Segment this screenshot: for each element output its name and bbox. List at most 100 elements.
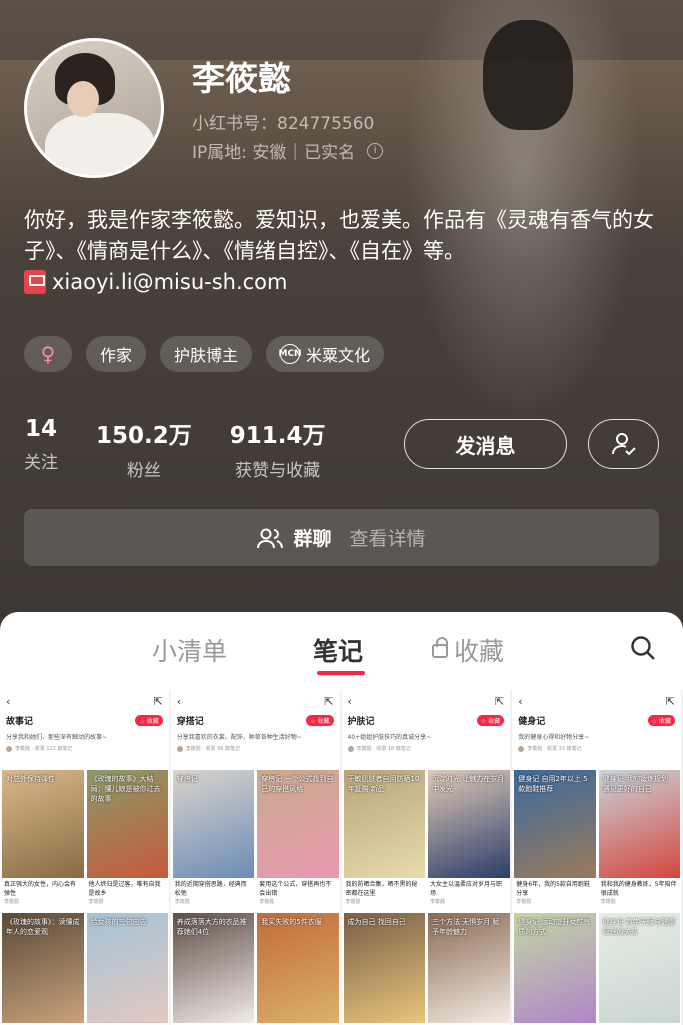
back-icon[interactable]: ‹ — [348, 695, 352, 708]
stat-number: 911.4万 — [229, 423, 326, 449]
note-cover: 《玫瑰的故事》大结局：懂儿娘是被你过去的故事 — [86, 770, 168, 878]
stat-following[interactable]: 14 关注 — [24, 416, 58, 481]
tab-notes[interactable]: 笔记 — [313, 632, 363, 668]
profile-header: 李筱懿 小红书号：824775560 IP属地: 安徽 | 已实名 i 你好，我… — [0, 0, 683, 640]
note-cover: 健身记 数学天赋与健康管理的关系 — [598, 913, 681, 1023]
note-card[interactable]: 给女孩的三句忠告 — [86, 913, 168, 1023]
collect-button[interactable]: ☆ 收藏 — [647, 715, 675, 726]
note-card[interactable]: 《玫瑰的故事》：读懂成年人的恋爱观 — [2, 913, 84, 1023]
note-cover: 对总外保持弹性 — [2, 770, 84, 878]
tag-list: ♀ 作家 护肤博主 MCN 米粟文化 — [24, 336, 385, 372]
album-author: 李筱懿 · 收录 33 篇笔记 — [512, 745, 681, 752]
note-card[interactable]: 穿搭记 一个公式找到自己的穿搭风格 套用这个公式，穿搭再也不会出错 李筱懿 — [257, 770, 339, 910]
album-title: 故事记 — [6, 717, 34, 727]
tab-collections[interactable]: 收藏 — [432, 632, 504, 668]
album-title-row: 护肤记 ☆ 收藏 — [342, 714, 511, 727]
mcn-icon: MCN — [278, 344, 302, 364]
info-icon[interactable]: i — [367, 142, 384, 159]
album-title-row: 穿搭记 ☆ 收藏 — [171, 714, 340, 727]
note-card[interactable]: 穿搭记 我的近期穿搭思路，经典而松弛 李筱懿 — [172, 770, 255, 910]
email-text: xiaoyi.li@misu-sh.com — [52, 270, 288, 294]
note-caption: 我的近期穿搭思路，经典而松弛 — [174, 881, 247, 897]
stat-label: 关注 — [24, 453, 58, 473]
avatar[interactable] — [24, 38, 164, 178]
red-id[interactable]: 小红书号：824775560 — [192, 109, 374, 134]
note-card[interactable]: 健身记 数学天赋与健康管理的关系 — [598, 913, 681, 1023]
note-cover: 穿搭记 — [172, 770, 255, 878]
note-caption: 我的防晒合集，晒不黑的秘密都在这里 — [345, 881, 418, 897]
album-author: 李筱懿 · 收录 18 篇笔记 — [342, 745, 511, 752]
note-card[interactable]: 沉淀时光 让魅力在岁月中发光 大女主以温柔应对岁月与职场 李筱懿 — [428, 770, 510, 910]
collect-button[interactable]: ☆ 收藏 — [306, 715, 334, 726]
stat-followers[interactable]: 150.2万 粉丝 — [96, 416, 192, 481]
search-icon[interactable] — [630, 635, 656, 661]
gender-tag: ♀ — [24, 336, 72, 372]
stat-number: 150.2万 — [96, 423, 192, 449]
note-card[interactable]: 干敏肌肤者自用防晒10年复购·新品 我的防晒合集，晒不黑的秘密都在这里 李筱懿 — [343, 770, 425, 910]
note-card[interactable]: 健身记 运动提升女性气质的方式 — [514, 913, 596, 1023]
content-sheet: 小清单 笔记 收藏 ‹ ⇱ 故事记 ☆ 收藏 分享我和她们、那些深有触动的故事~ 李… — [0, 612, 683, 1025]
note-cover: 给女孩的三句忠告 — [86, 913, 168, 1023]
share-icon[interactable]: ⇱ — [666, 695, 675, 708]
album-author: 李筱懿 · 收录 122 篇笔记 — [0, 745, 169, 752]
note-grid: 干敏肌肤者自用防晒10年复购·新品 我的防晒合集，晒不黑的秘密都在这里 李筱懿 沉… — [342, 770, 511, 1023]
tag-skincare[interactable]: 护肤博主 — [160, 336, 253, 372]
followed-button[interactable] — [588, 419, 659, 469]
stat-likes[interactable]: 911.4万 获赞与收藏 — [230, 416, 326, 481]
divider: | — [292, 140, 299, 161]
album-card[interactable]: ‹ ⇱ 故事记 ☆ 收藏 分享我和她们、那些深有触动的故事~ 李筱懿 · 收录 12… — [0, 690, 171, 1025]
lock-icon — [432, 637, 448, 658]
note-cover: 沉淀时光 让魅力在岁月中发光 — [428, 770, 510, 878]
note-cover: 我买失败的5件衣服 — [257, 913, 339, 1023]
album-card[interactable]: ‹ ⇱ 穿搭记 ☆ 收藏 分享我喜欢的衣裳、配饰，种草各种生活好物~ 李筱懿 · 收… — [170, 690, 342, 1025]
share-icon[interactable]: ⇱ — [154, 695, 163, 708]
tag-writer[interactable]: 作家 — [86, 336, 147, 372]
tab-bar: 小清单 笔记 收藏 — [0, 612, 683, 687]
note-card[interactable]: 三个方法 无惧岁月 赋予年龄魅力 — [428, 913, 510, 1023]
note-cover: 干敏肌肤者自用防晒10年复购·新品 — [343, 770, 425, 878]
back-icon[interactable]: ‹ — [6, 695, 10, 708]
album-desc: 分享我喜欢的衣裳、配饰，种草各种生活好物~ — [176, 734, 302, 741]
album-desc: 分享我和她们、那些深有触动的故事~ — [6, 734, 108, 741]
album-desc: 我的健身心得和好物分享~ — [518, 734, 590, 741]
note-grid: 穿搭记 我的近期穿搭思路，经典而松弛 李筱懿 穿搭记 一个公式找到自己的穿搭风格 … — [171, 770, 340, 1023]
note-caption: 套用这个公式，穿搭再也不会出错 — [259, 881, 332, 897]
album-desc: 40+姐姐护肤技巧的真诚分享~ — [347, 734, 432, 741]
stats-row: 14 关注 150.2万 粉丝 911.4万 获赞与收藏 — [24, 416, 326, 481]
back-icon[interactable]: ‹ — [177, 695, 181, 708]
share-icon[interactable]: ⇱ — [495, 695, 504, 708]
note-card[interactable]: 《玫瑰的故事》大结局：懂儿娘是被你过去的故事 他人终归是过客，唯有自我是故乡 李筱… — [86, 770, 168, 910]
group-icon — [257, 528, 284, 548]
album-title: 健身记 — [518, 717, 546, 727]
note-cover: 成为自己 找回自己 — [343, 913, 425, 1023]
share-icon[interactable]: ⇱ — [324, 695, 333, 708]
verified-label: 已实名 — [304, 143, 356, 163]
collect-button[interactable]: ☆ 收藏 — [476, 715, 505, 726]
note-card[interactable]: 养成落落大方的衣品推荐她们4位 — [172, 913, 255, 1023]
album-list: ‹ ⇱ 故事记 ☆ 收藏 分享我和她们、那些深有触动的故事~ 李筱懿 · 收录 12… — [0, 690, 683, 1025]
message-button[interactable]: 发消息 — [404, 419, 567, 469]
female-icon: ♀ — [40, 342, 56, 366]
note-caption: 我和我的健身教练，5年陪伴很成就 — [600, 881, 677, 897]
author-avatar — [518, 745, 525, 752]
note-card[interactable]: 健身记 我的锻炼规划 遇见更好的自己 我和我的健身教练，5年陪伴很成就 李筱懿 — [598, 770, 681, 910]
stat-label: 获赞与收藏 — [235, 461, 321, 481]
album-title: 护肤记 — [347, 717, 375, 727]
tab-lists[interactable]: 小清单 — [152, 632, 227, 668]
album-nav: ‹ ⇱ — [512, 690, 681, 712]
back-icon[interactable]: ‹ — [518, 695, 522, 708]
background-figure-head — [483, 20, 573, 130]
album-card[interactable]: ‹ ⇱ 健身记 ☆ 收藏 我的健身心得和好物分享~ 李筱懿 · 收录 33 篇笔记 … — [512, 690, 683, 1025]
bio: 你好，我是作家李筱懿。爱知识，也爱美。作品有《灵魂有香气的女子》、《情商是什么》… — [24, 208, 654, 263]
tag-mcn[interactable]: MCN 米粟文化 — [266, 336, 385, 372]
ip-location-row: IP属地: 安徽 | 已实名 i — [192, 138, 384, 163]
note-card[interactable]: 对总外保持弹性 真正强大的女性，内心会有弹性 李筱懿 — [2, 770, 84, 910]
note-card[interactable]: 健身记 自用2年以上 5款跑鞋推荐 健身6年，我的5款自用跑鞋分享 李筱懿 — [514, 770, 596, 910]
group-chat-bar[interactable]: 群聊 查看详情 — [24, 509, 659, 566]
note-card[interactable]: 我买失败的5件衣服 — [257, 913, 339, 1023]
note-cover: 健身记 自用2年以上 5款跑鞋推荐 — [514, 770, 596, 878]
note-card[interactable]: 成为自己 找回自己 — [343, 913, 425, 1023]
collect-button[interactable]: ☆ 收藏 — [135, 715, 163, 726]
album-card[interactable]: ‹ ⇱ 护肤记 ☆ 收藏 40+姐姐护肤技巧的真诚分享~ 李筱懿 · 收录 18 篇… — [341, 690, 513, 1025]
author-avatar — [6, 745, 12, 752]
